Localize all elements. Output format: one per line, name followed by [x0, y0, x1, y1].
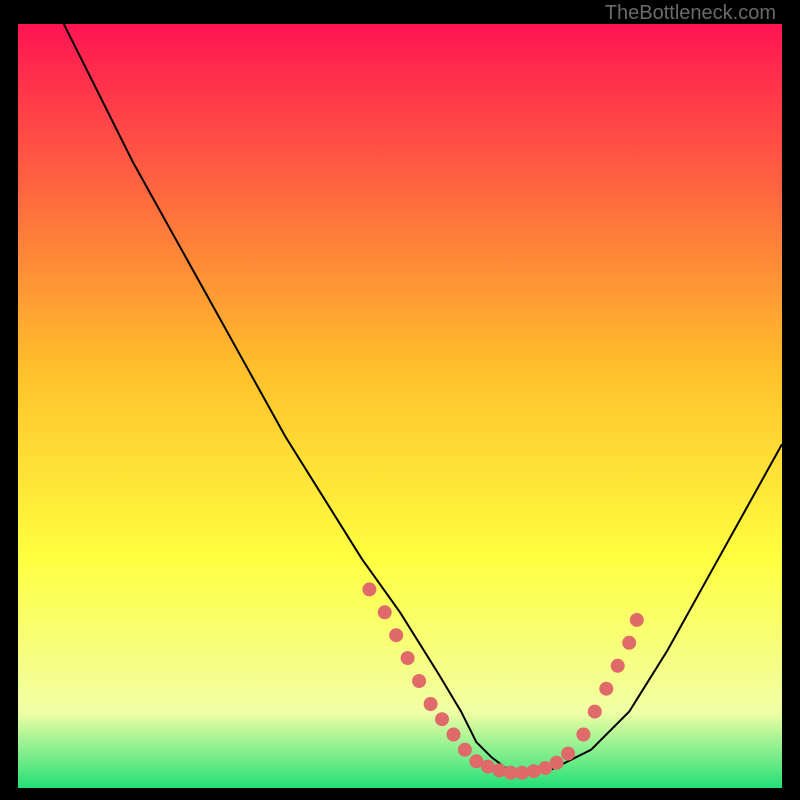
highlight-dot	[447, 728, 461, 742]
highlight-dot	[424, 697, 438, 711]
chart-frame: TheBottleneck.com	[18, 0, 782, 800]
highlight-dot	[412, 674, 426, 688]
highlight-dot	[378, 605, 392, 619]
highlight-dot	[630, 613, 644, 627]
gradient-background	[18, 24, 782, 788]
highlight-dot	[401, 651, 415, 665]
highlight-dot	[458, 743, 472, 757]
highlight-dot	[576, 728, 590, 742]
highlight-dot	[435, 712, 449, 726]
highlight-dot	[362, 582, 376, 596]
highlight-dot	[599, 682, 613, 696]
highlight-dot	[611, 659, 625, 673]
highlight-dot	[550, 756, 564, 770]
watermark-label: TheBottleneck.com	[605, 2, 776, 25]
highlight-dot	[588, 705, 602, 719]
plot-area	[18, 24, 782, 788]
highlight-dot	[622, 636, 636, 650]
highlight-dot	[561, 747, 575, 761]
highlight-dot	[389, 628, 403, 642]
bottleneck-chart	[18, 24, 782, 788]
